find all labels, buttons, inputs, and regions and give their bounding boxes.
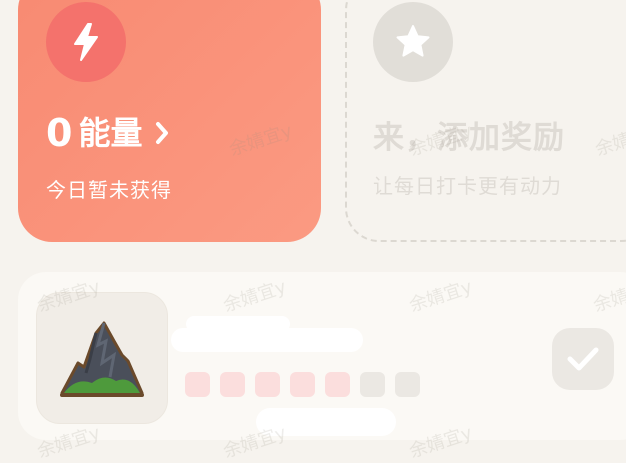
progress-dot-todo xyxy=(360,372,385,397)
progress-dot-done xyxy=(185,372,210,397)
progress-dot-done xyxy=(325,372,350,397)
check-icon xyxy=(567,347,599,371)
add-reward-card[interactable]: 来，添加奖励 让每日打卡更有动力 xyxy=(345,0,626,242)
check-in-button[interactable] xyxy=(552,328,614,390)
progress-dot-done xyxy=(255,372,280,397)
habit-thumbnail xyxy=(36,292,168,424)
energy-value[interactable]: 0 能量 xyxy=(46,114,170,152)
habit-title-placeholder xyxy=(171,328,363,352)
progress-dot-todo xyxy=(395,372,420,397)
progress-dot-done xyxy=(290,372,315,397)
energy-subtitle: 今日暂未获得 xyxy=(46,178,172,202)
reward-subtitle: 让每日打卡更有动力 xyxy=(373,174,562,198)
mountain-icon xyxy=(60,321,144,397)
lightning-bolt-icon xyxy=(46,2,126,82)
energy-unit: 能量 xyxy=(78,114,143,152)
habit-task-card[interactable] xyxy=(18,272,626,440)
star-icon xyxy=(373,2,453,82)
progress-dot-done xyxy=(220,372,245,397)
energy-count: 0 xyxy=(46,111,73,155)
weekly-progress xyxy=(185,372,420,397)
energy-card[interactable]: 0 能量 今日暂未获得 xyxy=(18,0,321,242)
chevron-right-icon xyxy=(154,120,170,146)
habit-detail-placeholder xyxy=(256,408,396,436)
reward-title: 来，添加奖励 xyxy=(373,120,565,156)
